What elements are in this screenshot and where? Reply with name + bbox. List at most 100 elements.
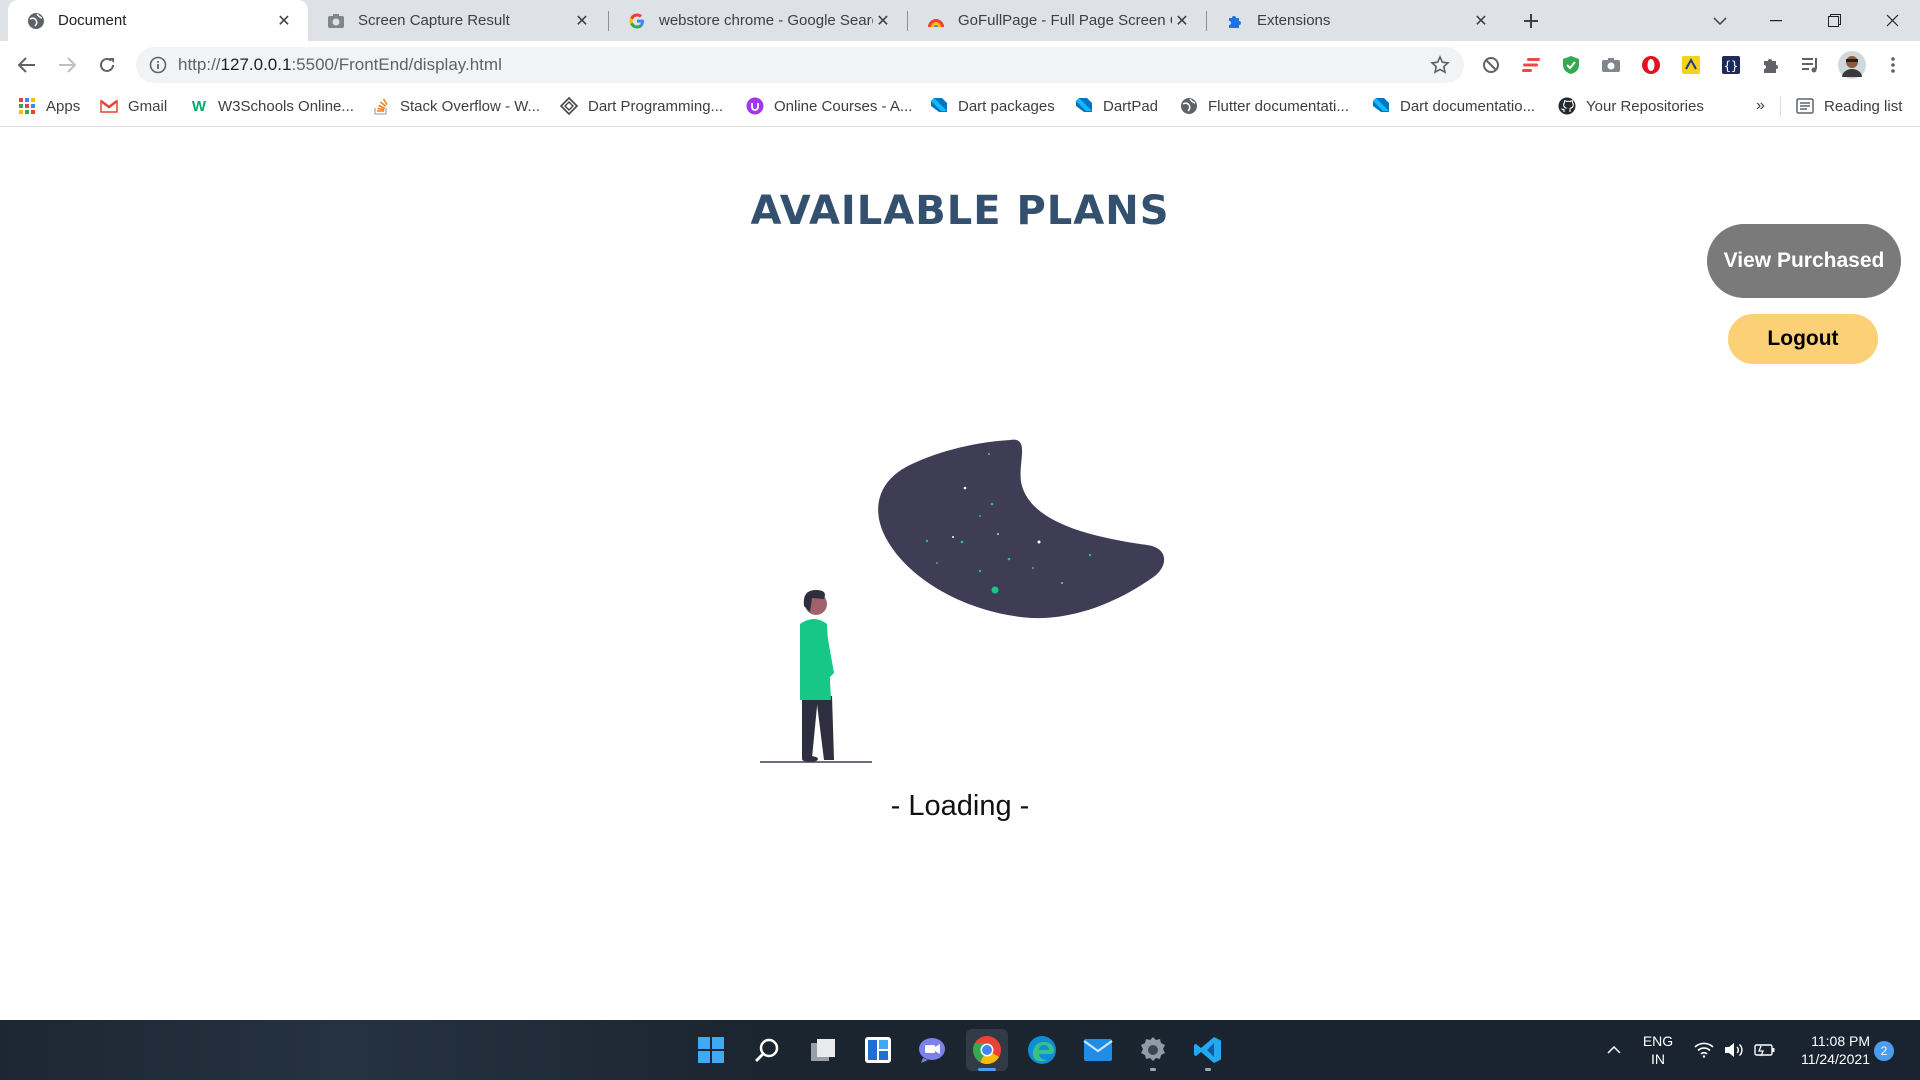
settings-icon[interactable] — [1132, 1029, 1174, 1071]
tab-gofullpage[interactable]: GoFullPage - Full Page Screen Ca ✕ — [908, 0, 1206, 41]
mail-icon[interactable] — [1077, 1029, 1119, 1071]
shield-icon[interactable] — [1560, 54, 1582, 76]
task-view-icon[interactable] — [802, 1029, 844, 1071]
vscode-icon[interactable] — [1187, 1029, 1229, 1071]
windows-start-icon[interactable] — [690, 1029, 732, 1071]
more-menu-icon[interactable] — [1882, 54, 1904, 76]
language-indicator[interactable]: ENG IN — [1640, 1032, 1676, 1068]
tab-screen-capture[interactable]: Screen Capture Result ✕ — [308, 0, 606, 41]
logout-button[interactable]: Logout — [1728, 314, 1878, 364]
close-icon[interactable]: ✕ — [572, 11, 592, 31]
url-text: http://127.0.0.1:5500/FrontEnd/display.h… — [178, 55, 502, 74]
notification-badge[interactable]: 2 — [1874, 1041, 1894, 1061]
bookmarks-overflow-label: » — [1756, 97, 1765, 114]
camera-icon — [326, 11, 346, 31]
address-bar[interactable]: http://127.0.0.1:5500/FrontEnd/display.h… — [136, 47, 1464, 83]
wifi-icon[interactable] — [1692, 1020, 1716, 1080]
edge-icon[interactable] — [1021, 1029, 1063, 1071]
tab-extensions[interactable]: Extensions ✕ — [1207, 0, 1505, 41]
block-icon[interactable] — [1480, 54, 1502, 76]
page-title: AVAILABLE PLANS — [750, 188, 1170, 234]
bookmark-label: Dart Programming... — [588, 97, 724, 115]
clock-date: 11/24/2021 — [1800, 1051, 1870, 1067]
widgets-icon[interactable] — [857, 1029, 899, 1071]
tab-title: Extensions — [1257, 12, 1331, 29]
bookmarks-overflow-button[interactable]: » — [1756, 89, 1765, 123]
dart-icon — [1075, 97, 1093, 115]
tab-search-button[interactable] — [1692, 0, 1748, 41]
view-purchased-button[interactable]: View Purchased — [1707, 224, 1901, 298]
restore-button[interactable] — [1806, 0, 1862, 41]
space-blob — [878, 439, 1165, 619]
forward-button[interactable] — [51, 49, 83, 81]
minimize-button[interactable] — [1748, 0, 1804, 41]
bookmark-label: Gmail — [128, 97, 168, 115]
udemy-icon — [746, 97, 764, 115]
bookmark-label: Apps — [46, 97, 81, 115]
volume-icon[interactable] — [1722, 1020, 1746, 1080]
puzzle-icon — [1225, 11, 1245, 31]
reading-list-button[interactable]: Reading list — [1796, 89, 1902, 123]
bookmark-label: Dart documentatio... — [1400, 97, 1536, 115]
bookmark-dart-packages[interactable]: Dart packages — [930, 89, 1055, 123]
bookmark-dart-programming[interactable]: Dart Programming... — [560, 89, 723, 123]
gmail-icon — [100, 97, 118, 115]
close-icon[interactable]: ✕ — [1172, 11, 1192, 31]
chrome-icon[interactable] — [966, 1029, 1008, 1071]
apps-grid-icon — [18, 97, 36, 115]
clock-time: 11:08 PM — [1811, 1033, 1870, 1049]
show-hidden-icons-button[interactable] — [1604, 1020, 1624, 1080]
tab-title: Screen Capture Result — [358, 12, 510, 29]
globe-icon — [1180, 97, 1198, 115]
tab-google-search[interactable]: webstore chrome - Google Searc ✕ — [609, 0, 907, 41]
bookmark-w3schools[interactable]: W W3Schools Online... — [190, 89, 354, 123]
bookmark-stackoverflow[interactable]: Stack Overflow - W... — [372, 89, 540, 123]
profile-avatar[interactable] — [1838, 51, 1866, 79]
teams-chat-icon[interactable] — [911, 1029, 953, 1071]
tab-title: webstore chrome - Google Searc — [659, 12, 873, 29]
w3schools-icon: W — [191, 97, 207, 115]
close-icon[interactable]: ✕ — [1471, 11, 1491, 31]
new-tab-button[interactable] — [1518, 8, 1544, 34]
bookmark-dartpad[interactable]: DartPad — [1075, 89, 1158, 123]
clock[interactable]: 11:08 PM 11/24/2021 — [1790, 1032, 1870, 1068]
red-lines-extension-icon[interactable] — [1520, 54, 1542, 76]
bookmark-online-courses[interactable]: Online Courses - A... — [746, 89, 912, 123]
site-info-icon[interactable] — [148, 55, 168, 75]
extensions-puzzle-icon[interactable] — [1760, 54, 1782, 76]
back-button[interactable] — [11, 49, 43, 81]
bookmark-label: Your Repositories — [1586, 97, 1704, 115]
browser-toolbar: http://127.0.0.1:5500/FrontEnd/display.h… — [0, 41, 1920, 89]
bookmark-flutter-docs[interactable]: Flutter documentati... — [1180, 89, 1349, 123]
bookmark-star-icon[interactable] — [1430, 55, 1450, 75]
camera-icon[interactable] — [1600, 54, 1622, 76]
close-window-button[interactable] — [1864, 0, 1920, 41]
bookmark-apps[interactable]: Apps — [18, 89, 80, 123]
reload-button[interactable] — [91, 49, 123, 81]
yellow-extension-icon[interactable] — [1680, 54, 1702, 76]
github-icon — [1558, 97, 1576, 115]
close-icon[interactable]: ✕ — [274, 11, 294, 31]
tab-strip: Document ✕ Screen Capture Result ✕ webst… — [0, 0, 1920, 41]
tab-title: GoFullPage - Full Page Screen Ca — [958, 12, 1172, 29]
dark-extension-icon[interactable]: {} — [1720, 54, 1742, 76]
bookmarks-bar: Apps Gmail W W3Schools Online... Stack O… — [0, 89, 1920, 127]
gofullpage-icon — [926, 11, 946, 31]
globe-icon — [26, 11, 46, 31]
search-icon[interactable] — [746, 1029, 788, 1071]
bookmark-gmail[interactable]: Gmail — [100, 89, 167, 123]
loading-text: - Loading - — [890, 790, 1030, 822]
dart-icon — [930, 97, 948, 115]
battery-icon[interactable] — [1752, 1020, 1778, 1080]
bookmark-dart-docs[interactable]: Dart documentatio... — [1372, 89, 1535, 123]
media-control-icon[interactable] — [1800, 54, 1822, 76]
opera-extension-icon[interactable] — [1640, 54, 1662, 76]
close-icon[interactable]: ✕ — [873, 11, 893, 31]
windows-taskbar: ENG IN 11:08 PM 11/24/2021 2 — [0, 1020, 1920, 1080]
bookmark-label: Flutter documentati... — [1208, 97, 1349, 115]
bookmark-your-repositories[interactable]: Your Repositories — [1558, 89, 1704, 123]
dart-diamond-icon — [560, 97, 578, 115]
svg-text:{}: {} — [1724, 59, 1738, 73]
tab-document[interactable]: Document ✕ — [8, 0, 308, 41]
stackoverflow-icon — [372, 97, 390, 115]
